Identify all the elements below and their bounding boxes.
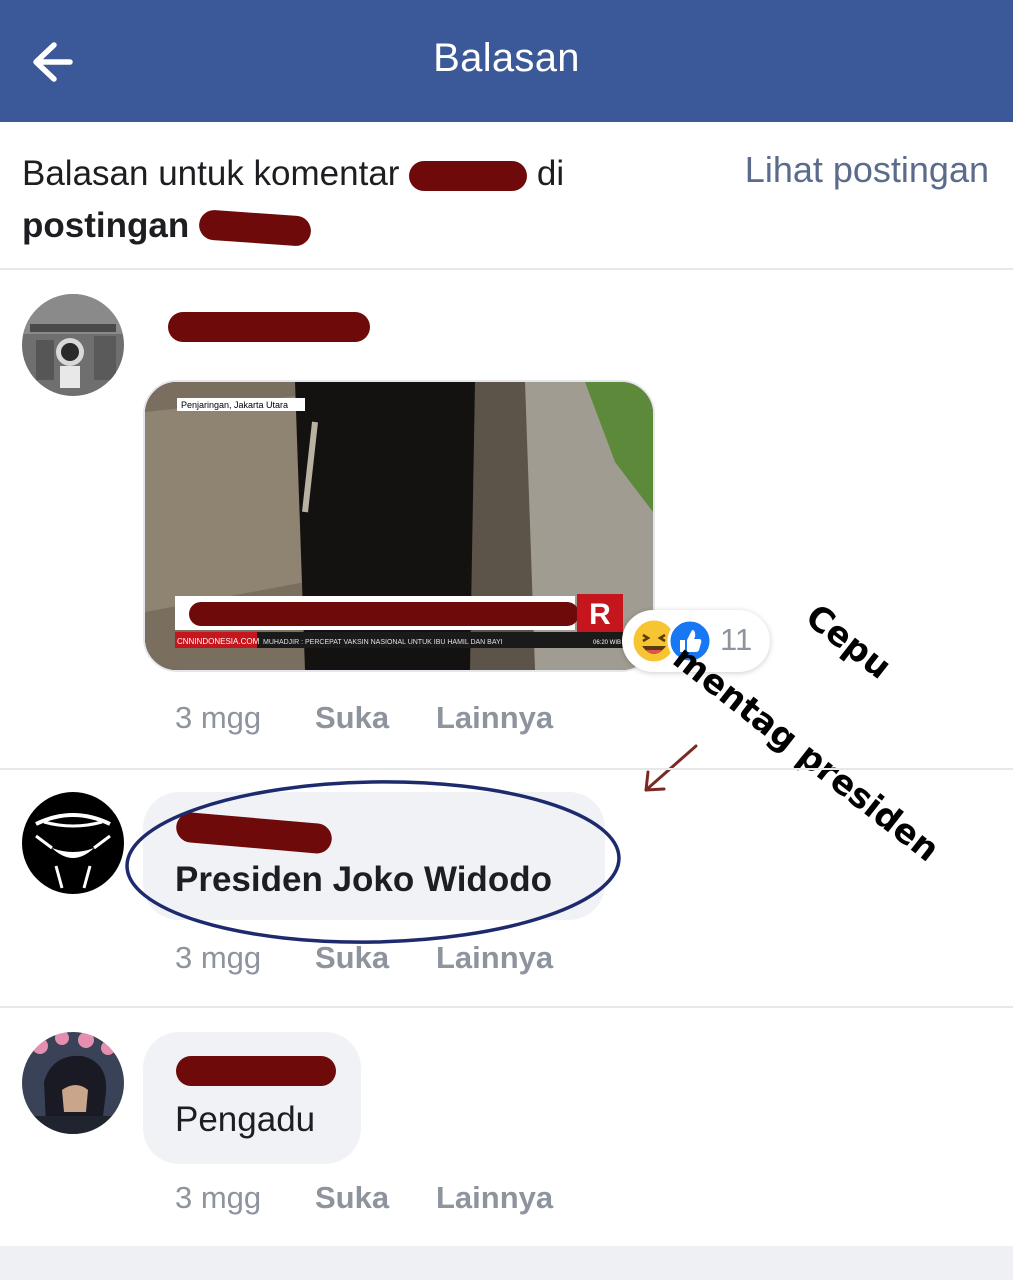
like-button[interactable]: Suka (315, 1180, 389, 1216)
highlight-ellipse (125, 780, 621, 944)
avatar[interactable] (22, 1032, 124, 1134)
context-post-word: postingan (22, 206, 190, 245)
channel-logo: R (589, 598, 611, 631)
avatar-image (22, 1032, 124, 1134)
redacted-headline (189, 602, 579, 626)
ticker-time: 06:20 WIB (593, 640, 621, 646)
like-button[interactable]: Suka (315, 940, 389, 976)
divider (0, 268, 1013, 270)
avatar-image (22, 294, 124, 396)
avatar[interactable] (22, 792, 124, 894)
comment-time: 3 mgg (175, 940, 262, 975)
context-middle: di (536, 154, 565, 193)
annotation-line2: mentag presiden (665, 638, 947, 871)
avatar-image (22, 792, 124, 894)
more-button[interactable]: Lainnya (436, 1180, 553, 1216)
header-bar: Balasan (0, 0, 1013, 122)
ticker-source: CNNINDONESIA.COM (177, 637, 260, 646)
context-prefix: Balasan untuk komentar (22, 154, 400, 193)
location-caption: Penjaringan, Jakarta Utara (181, 400, 288, 410)
ticker-text: MUHADJIR : PERCEPAT VAKSIN NASIONAL UNTU… (263, 639, 503, 646)
divider (0, 1006, 1013, 1008)
comment-time: 3 mgg (175, 1180, 262, 1215)
like-button[interactable]: Suka (315, 700, 389, 736)
divider (0, 768, 1013, 770)
annotation-line1: Cepu (797, 596, 899, 688)
annotation-arrow (644, 744, 698, 792)
drainage-photo: Penjaringan, Jakarta Utara R CNNINDONESI… (145, 382, 653, 670)
view-post-link[interactable]: Lihat postingan (745, 148, 989, 192)
bottom-strip (0, 1246, 1013, 1280)
page-title: Balasan (433, 36, 580, 80)
redacted-name (409, 160, 528, 191)
comment-text: Pengadu (175, 1100, 316, 1139)
reaction-count: 11 (720, 622, 753, 657)
shared-image[interactable]: Penjaringan, Jakarta Utara R CNNINDONESI… (143, 380, 655, 672)
more-button[interactable]: Lainnya (436, 940, 553, 976)
avatar[interactable] (22, 294, 124, 396)
comment-bubble[interactable] (143, 1032, 361, 1164)
reply-context: Balasan untuk komentar di postingan (22, 148, 682, 252)
redacted-author-name (176, 1056, 336, 1086)
redacted-author-name (168, 312, 370, 342)
more-button[interactable]: Lainnya (436, 700, 553, 736)
redacted-post-owner (198, 208, 312, 247)
comment-time: 3 mgg (175, 700, 262, 735)
